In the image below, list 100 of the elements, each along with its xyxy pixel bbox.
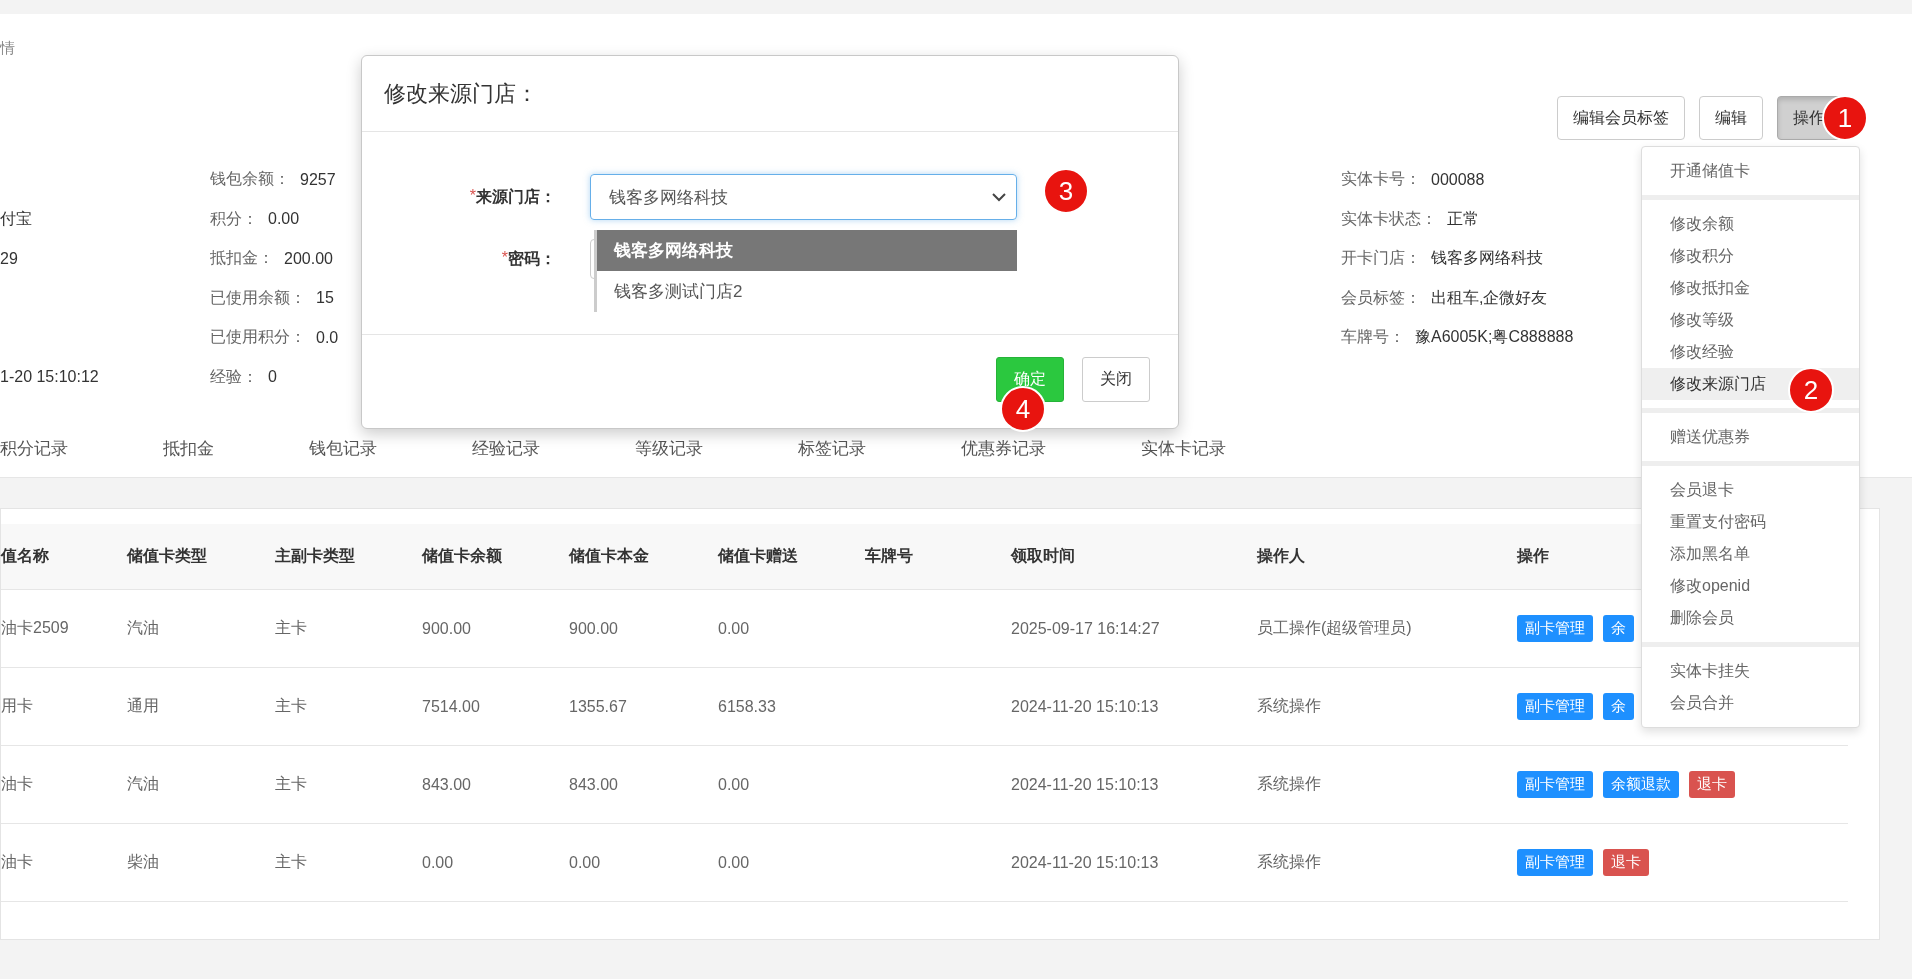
- table-cell-text: 系统操作: [1257, 852, 1321, 872]
- menu-item[interactable]: 修改余额: [1642, 208, 1859, 240]
- menu-item[interactable]: 修改经验: [1642, 336, 1859, 368]
- table-cell: 900.00: [569, 619, 618, 638]
- action-tag[interactable]: 退卡: [1689, 771, 1735, 798]
- menu-item[interactable]: 修改积分: [1642, 240, 1859, 272]
- info-label: 实体卡号：: [1341, 169, 1421, 190]
- table-cell-text: 系统操作: [1257, 696, 1321, 716]
- table-cell: 0.00: [718, 775, 750, 794]
- header-button[interactable]: 编辑: [1699, 96, 1763, 140]
- table-cell-text: 油卡: [1, 852, 33, 872]
- action-tag[interactable]: 副卡管理: [1517, 615, 1593, 642]
- table-cell: 843.00: [422, 775, 471, 794]
- column-header: 主副卡类型: [275, 546, 355, 566]
- record-tab[interactable]: 经验记录: [472, 437, 540, 461]
- menu-item[interactable]: 添加黑名单: [1642, 538, 1859, 570]
- table-cell-text: 主卡: [275, 774, 307, 794]
- column-header: 储值卡余额: [422, 546, 502, 566]
- info-value: 出租车,企微好友: [1431, 287, 1548, 308]
- menu-item[interactable]: 会员合并: [1642, 687, 1859, 719]
- info-label: 会员标签：: [1341, 287, 1421, 308]
- dialog-button[interactable]: 关闭: [1082, 357, 1150, 402]
- table-cell: 0.00: [569, 853, 601, 872]
- table-cell: 7514.00: [422, 697, 480, 716]
- modal-title: 修改来源门店：: [384, 79, 538, 108]
- column-header: 领取时间: [1011, 546, 1075, 566]
- store-select[interactable]: 钱客多网络科技: [590, 174, 1017, 220]
- table-cell-text: 油卡2509: [1, 618, 69, 638]
- table-cell-text: 汽油: [127, 774, 159, 794]
- record-tab[interactable]: 积分记录: [0, 437, 68, 461]
- action-tag[interactable]: 余: [1603, 693, 1634, 720]
- header-button[interactable]: 编辑会员标签: [1557, 96, 1685, 140]
- page-title: 情: [0, 38, 16, 58]
- action-tag[interactable]: 退卡: [1603, 849, 1649, 876]
- table-cell: 2024-11-20 15:10:13: [1011, 697, 1159, 716]
- table-cell: 0.00: [718, 853, 750, 872]
- field-label: 密码：: [508, 248, 556, 269]
- info-value: 正常: [1447, 208, 1479, 229]
- menu-item[interactable]: 开通储值卡: [1642, 155, 1859, 187]
- record-tab[interactable]: 等级记录: [635, 437, 703, 461]
- action-tag[interactable]: 副卡管理: [1517, 849, 1593, 876]
- info-value: 0.00: [268, 210, 300, 229]
- record-tab[interactable]: 抵扣金: [163, 437, 214, 461]
- dropdown-option[interactable]: 钱客多网络科技: [597, 230, 1017, 271]
- menu-item[interactable]: 重置支付密码: [1642, 506, 1859, 538]
- info-label: 经验：: [210, 366, 258, 387]
- table-cell: 1355.67: [569, 697, 627, 716]
- column-header: 储值卡本金: [569, 546, 649, 566]
- info-value: 钱客多网络科技: [1431, 248, 1543, 269]
- table-cell: 6158.33: [718, 697, 776, 716]
- record-tab[interactable]: 钱包记录: [309, 437, 377, 461]
- info-value: 1-20 15:10:12: [0, 368, 99, 387]
- table-cell: 900.00: [422, 619, 471, 638]
- dropdown-option[interactable]: 钱客多测试门店2: [597, 271, 1017, 312]
- field-label: 来源门店：: [476, 186, 556, 207]
- table-cell: 2025-09-17 16:14:27: [1011, 619, 1160, 638]
- record-tab[interactable]: 标签记录: [798, 437, 866, 461]
- menu-item[interactable]: 实体卡挂失: [1642, 655, 1859, 687]
- record-tab[interactable]: 实体卡记录: [1141, 437, 1226, 461]
- info-label: 车牌号：: [1341, 327, 1405, 348]
- table-cell-text: 主卡: [275, 852, 307, 872]
- info-value: 000088: [1431, 170, 1485, 189]
- action-tag[interactable]: 余额退款: [1603, 771, 1679, 798]
- info-value: 9257: [300, 170, 336, 189]
- info-label: 积分：: [210, 208, 258, 229]
- table-cell-text: 用卡: [1, 696, 33, 716]
- menu-item[interactable]: 修改openid: [1642, 570, 1859, 602]
- required-mark: *: [469, 186, 476, 204]
- table-cell-text: 通用: [127, 696, 159, 716]
- menu-item[interactable]: 修改抵扣金: [1642, 272, 1859, 304]
- menu-item[interactable]: 赠送优惠券: [1642, 421, 1859, 453]
- column-header: 储值卡赠送: [718, 546, 798, 566]
- table-cell: 2024-11-20 15:10:13: [1011, 775, 1159, 794]
- column-header: 操作人: [1257, 546, 1305, 566]
- info-value: 0: [268, 368, 277, 387]
- table-cell: 0.00: [422, 853, 454, 872]
- info-label: 钱包余额：: [210, 169, 290, 190]
- info-value: 0.0: [316, 328, 339, 347]
- info-label: 已使用余额：: [210, 287, 306, 308]
- table-cell: 0.00: [718, 619, 750, 638]
- info-value: 29: [0, 249, 18, 268]
- action-tag[interactable]: 副卡管理: [1517, 693, 1593, 720]
- info-label: 实体卡状态：: [1341, 208, 1437, 229]
- column-header: 值名称: [1, 546, 49, 566]
- required-mark: *: [501, 248, 508, 266]
- menu-item[interactable]: 会员退卡: [1642, 474, 1859, 506]
- table-cell-text: 系统操作: [1257, 774, 1321, 794]
- menu-item[interactable]: 删除会员: [1642, 602, 1859, 634]
- table-cell-text: 主卡: [275, 696, 307, 716]
- action-tag[interactable]: 副卡管理: [1517, 771, 1593, 798]
- info-value: 豫A6005K;粤C888888: [1415, 327, 1574, 348]
- info-value: 付宝: [0, 208, 32, 229]
- table-cell-text: 汽油: [127, 618, 159, 638]
- record-tab[interactable]: 优惠券记录: [961, 437, 1046, 461]
- action-tag[interactable]: 余: [1603, 615, 1634, 642]
- table-cell-text: 柴油: [127, 852, 159, 872]
- chevron-down-icon: [992, 192, 1006, 202]
- info-value: 200.00: [284, 249, 333, 268]
- menu-item[interactable]: 修改等级: [1642, 304, 1859, 336]
- info-label: 抵扣金：: [210, 248, 274, 269]
